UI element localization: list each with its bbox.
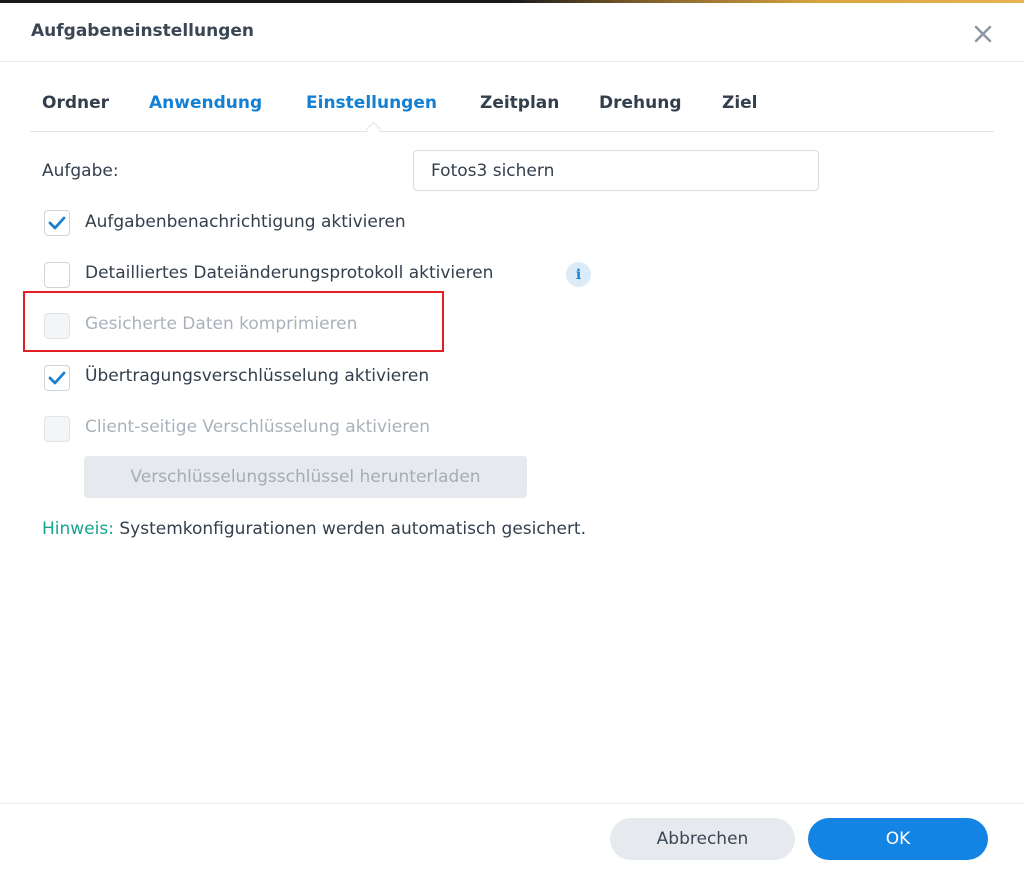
header-divider (0, 61, 1024, 62)
task-settings-dialog: Aufgabeneinstellungen Ordner Anwendung E… (0, 3, 1024, 873)
task-name-input[interactable] (413, 150, 819, 191)
close-button[interactable] (968, 19, 998, 49)
tab-drehung[interactable]: Drehung (599, 93, 682, 113)
checkbox-compress-data (44, 313, 70, 339)
close-icon (974, 25, 992, 43)
dialog-title: Aufgabeneinstellungen (31, 21, 254, 41)
info-icon[interactable]: i (566, 262, 591, 287)
active-tab-indicator (365, 121, 382, 138)
detailed-log-label: Detailliertes Dateiänderungsprotokoll ak… (85, 263, 494, 283)
hint-label: Hinweis: (42, 519, 114, 539)
tab-zeitplan[interactable]: Zeitplan (480, 93, 559, 113)
hint-text: Hinweis: Systemkonfigurationen werden au… (42, 519, 586, 539)
tab-bar: Ordner Anwendung Einstellungen Zeitplan … (30, 89, 994, 138)
checkbox-detailed-log[interactable] (44, 262, 70, 288)
checkbox-task-notification[interactable] (44, 210, 70, 236)
cancel-button[interactable]: Abbrechen (610, 818, 795, 860)
tab-ordner[interactable]: Ordner (42, 93, 109, 113)
transfer-encryption-label: Übertragungsverschlüsselung aktivieren (85, 366, 430, 386)
tab-ziel[interactable]: Ziel (722, 93, 758, 113)
tab-einstellungen[interactable]: Einstellungen (306, 93, 437, 113)
task-label: Aufgabe: (42, 161, 119, 181)
ok-button[interactable]: OK (808, 818, 988, 860)
download-key-button: Verschlüsselungsschlüssel herunterladen (84, 456, 527, 498)
client-side-encryption-label: Client-seitige Verschlüsselung aktiviere… (85, 417, 431, 437)
footer-divider (0, 803, 1024, 804)
checkbox-transfer-encryption[interactable] (44, 365, 70, 391)
compress-data-label: Gesicherte Daten komprimieren (85, 314, 358, 334)
checkmark-icon (48, 371, 66, 385)
hint-message: Systemkonfigurationen werden automatisch… (119, 519, 587, 539)
checkmark-icon (48, 216, 66, 230)
tab-anwendung[interactable]: Anwendung (149, 93, 262, 113)
checkbox-client-side-encryption (44, 416, 70, 442)
task-notification-label: Aufgabenbenachrichtigung aktivieren (85, 212, 406, 232)
